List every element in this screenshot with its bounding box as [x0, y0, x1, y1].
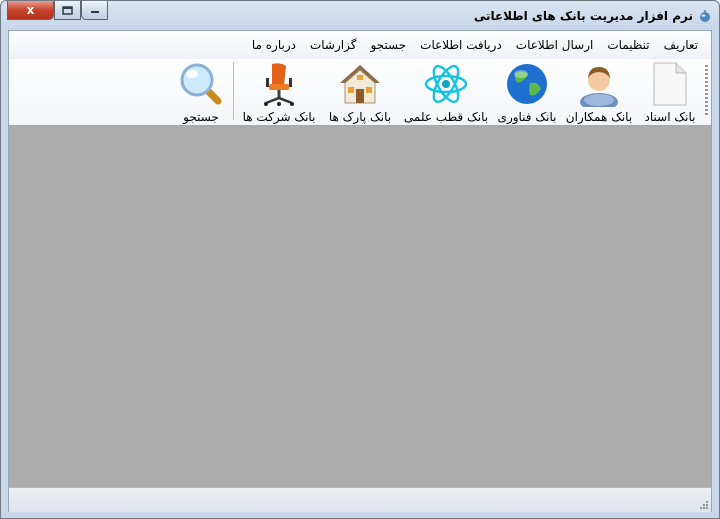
- toolbar: بانک اسناد بانک همکاران بانک فناوری بانک…: [9, 59, 711, 126]
- maximize-button[interactable]: [54, 1, 81, 20]
- minimize-icon: [90, 11, 99, 13]
- office-chair-icon: [264, 63, 294, 106]
- companies-bank-button[interactable]: بانک شرکت ها: [237, 59, 321, 125]
- mdi-workspace: [9, 126, 711, 487]
- menu-reports[interactable]: گزارشات: [303, 34, 363, 56]
- technology-bank-label: بانک فناوری: [497, 110, 557, 124]
- technology-bank-button[interactable]: بانک فناوری: [494, 59, 560, 125]
- menu-receive-data[interactable]: دریافت اطلاعات: [413, 34, 509, 56]
- restore-icon: [62, 5, 73, 15]
- user-icon: [580, 67, 618, 107]
- parks-bank-button[interactable]: بانک پارک ها: [323, 59, 397, 125]
- globe-icon: [507, 64, 547, 104]
- search-button[interactable]: جستجو: [173, 59, 229, 125]
- house-icon: [340, 65, 380, 104]
- atom-icon: [424, 64, 468, 104]
- menu-definitions[interactable]: تعاریف: [657, 34, 705, 56]
- menu-about[interactable]: درباره ما: [245, 34, 303, 56]
- toolbar-grip[interactable]: [705, 65, 708, 117]
- close-icon: x: [26, 3, 35, 17]
- parks-bank-label: بانک پارک ها: [328, 110, 392, 124]
- status-bar: [9, 487, 711, 512]
- magnifier-icon: [180, 63, 222, 105]
- title-bar[interactable]: نرم افزار مدیریت بانک های اطلاعاتی x: [1, 1, 719, 30]
- app-window: نرم افزار مدیریت بانک های اطلاعاتی x تعا…: [0, 0, 720, 519]
- app-icon: [700, 10, 710, 22]
- window-title: نرم افزار مدیریت بانک های اطلاعاتی: [473, 9, 693, 23]
- science-hub-bank-button[interactable]: بانک قطب علمی: [399, 59, 493, 125]
- resize-grip-icon[interactable]: [697, 498, 709, 510]
- companies-bank-label: بانک شرکت ها: [242, 110, 316, 124]
- document-icon: [653, 62, 687, 106]
- colleagues-bank-label: بانک همکاران: [565, 110, 633, 124]
- documents-bank-label: بانک اسناد: [644, 110, 696, 124]
- minimize-button[interactable]: [81, 1, 108, 20]
- menu-search[interactable]: جستجو: [363, 34, 413, 56]
- menu-send-data[interactable]: ارسال اطلاعات: [509, 34, 601, 56]
- search-label: جستجو: [183, 110, 219, 124]
- close-button[interactable]: x: [7, 1, 54, 20]
- toolbar-separator: [233, 62, 235, 120]
- documents-bank-button[interactable]: بانک اسناد: [637, 59, 703, 125]
- science-hub-bank-label: بانک قطب علمی: [403, 110, 489, 124]
- caption-buttons: x: [7, 1, 108, 20]
- menu-settings[interactable]: تنظیمات: [600, 34, 656, 56]
- colleagues-bank-button[interactable]: بانک همکاران: [562, 59, 636, 125]
- client-area: تعاریف تنظیمات ارسال اطلاعات دریافت اطلا…: [8, 30, 712, 512]
- menu-bar: تعاریف تنظیمات ارسال اطلاعات دریافت اطلا…: [9, 31, 711, 59]
